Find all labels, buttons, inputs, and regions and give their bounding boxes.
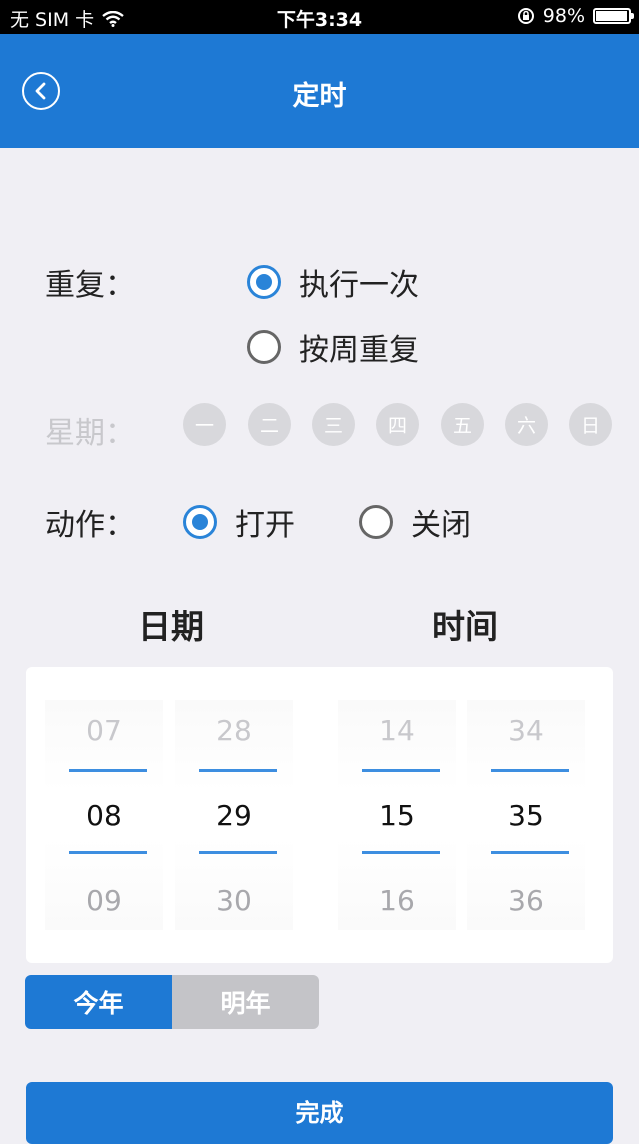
battery-icon xyxy=(593,8,634,24)
next-year-button[interactable]: 明年 xyxy=(172,975,319,1029)
action-on-option[interactable]: 打开 xyxy=(183,500,295,544)
weekday-fri[interactable]: 五 xyxy=(441,403,484,446)
picker-value-selected: 35 xyxy=(508,799,544,832)
this-year-button[interactable]: 今年 xyxy=(25,975,172,1029)
battery-fill xyxy=(596,11,628,21)
year-toggle: 今年 明年 xyxy=(25,975,319,1029)
repeat-weekly-option[interactable]: 按周重复 xyxy=(247,325,419,369)
hour-picker[interactable]: 14 15 16 xyxy=(338,700,456,930)
date-title: 日期 xyxy=(138,607,204,646)
picker-line-top xyxy=(199,769,277,772)
action-on-label: 打开 xyxy=(235,508,295,543)
repeat-once-label: 执行一次 xyxy=(299,268,419,303)
picker-line-bottom xyxy=(491,851,569,854)
radio-checked-icon[interactable] xyxy=(247,265,281,299)
picker-value-next: 16 xyxy=(379,884,415,917)
picker-line-bottom xyxy=(69,851,147,854)
picker-line-top xyxy=(491,769,569,772)
picker-value-selected: 29 xyxy=(216,799,252,832)
weekday-sat[interactable]: 六 xyxy=(505,403,548,446)
picker-line-bottom xyxy=(199,851,277,854)
day-picker[interactable]: 28 29 30 xyxy=(175,700,293,930)
battery-percent: 98% xyxy=(542,5,585,27)
picker-value-selected: 15 xyxy=(379,799,415,832)
status-bar: 无 SIM 卡 下午3:34 98% xyxy=(0,0,639,34)
minute-picker[interactable]: 34 35 36 xyxy=(467,700,585,930)
picker-line-top xyxy=(69,769,147,772)
weekday-tue[interactable]: 二 xyxy=(248,403,291,446)
picker-value-prev: 34 xyxy=(508,714,544,747)
rotation-lock-icon xyxy=(517,8,534,24)
picker-value-next: 36 xyxy=(508,884,544,917)
picker-value-next: 09 xyxy=(86,884,122,917)
month-picker[interactable]: 07 08 09 xyxy=(45,700,163,930)
picker-value-prev: 07 xyxy=(86,714,122,747)
action-off-label: 关闭 xyxy=(411,508,471,543)
picker-line-top xyxy=(362,769,440,772)
picker-value-selected: 08 xyxy=(86,799,122,832)
action-label: 动作： xyxy=(45,508,135,543)
time-title: 时间 xyxy=(432,607,498,646)
picker-value-prev: 28 xyxy=(216,714,252,747)
weekday-wed[interactable]: 三 xyxy=(312,403,355,446)
picker-value-next: 30 xyxy=(216,884,252,917)
done-button[interactable]: 完成 xyxy=(26,1082,613,1144)
weekday-label: 星期： xyxy=(45,416,135,451)
navigation-bar: 定时 xyxy=(0,34,639,148)
repeat-once-option[interactable]: 执行一次 xyxy=(247,260,419,304)
page-title: 定时 xyxy=(292,81,347,112)
radio-checked-icon[interactable] xyxy=(183,505,217,539)
weekday-mon[interactable]: 一 xyxy=(183,403,226,446)
radio-unchecked-icon[interactable] xyxy=(247,330,281,364)
repeat-label: 重复： xyxy=(45,268,135,303)
weekday-sun[interactable]: 日 xyxy=(569,403,612,446)
weekday-thu[interactable]: 四 xyxy=(376,403,419,446)
picker-line-bottom xyxy=(362,851,440,854)
picker-value-prev: 14 xyxy=(379,714,415,747)
repeat-weekly-label: 按周重复 xyxy=(299,333,419,368)
radio-unchecked-icon[interactable] xyxy=(359,505,393,539)
action-off-option[interactable]: 关闭 xyxy=(359,500,471,544)
